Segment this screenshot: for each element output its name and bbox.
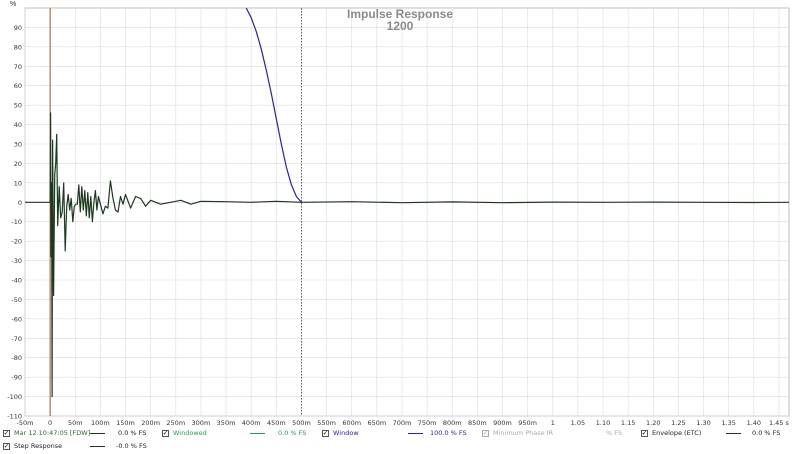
y-tick-label: 60 — [14, 82, 22, 90]
legend-label-measurement: Mar 12 10:47:05 [FDW] — [14, 429, 91, 437]
horizontal-grid — [25, 27, 789, 417]
y-tick-label: -10 — [11, 218, 22, 226]
x-tick-label: 1.35 — [721, 419, 735, 426]
y-tick-label: -100 — [7, 393, 22, 401]
plot-area-background — [24, 7, 790, 417]
legend-checkbox-windowed[interactable]: ✓ — [162, 429, 169, 437]
x-tick-label: 150m — [116, 419, 135, 426]
y-tick-label: -90 — [11, 374, 22, 382]
x-tick-label: 700m — [393, 419, 412, 426]
y-tick-label: -30 — [11, 257, 22, 265]
legend-checkbox-step-response[interactable]: ✓ — [3, 442, 10, 450]
y-tick-label: 50 — [14, 102, 22, 110]
y-tick-label: 10 — [14, 179, 22, 187]
y-tick-label: 0 — [18, 199, 22, 207]
x-tick-label: 600m — [342, 419, 361, 426]
x-tick-labels: -50m 0 50m 100m 150m 200m 250m 300m 350m 400m 450m… — [17, 419, 790, 426]
x-tick-label: 200m — [141, 419, 160, 426]
x-tick-label: 950m — [518, 419, 537, 426]
y-tick-label: -70 — [11, 335, 22, 343]
y-tick-label: 80 — [14, 43, 22, 51]
legend-item-envelope[interactable]: ✓ Envelope (ETC) — [641, 427, 701, 439]
legend-value-measurement: 0.0 % FS — [118, 429, 147, 437]
impulse-response-chart: 9080706050403020100-10-20-30-40-50-60-70… — [7, 1, 790, 426]
x-tick-label: 450m — [267, 419, 286, 426]
y-axis-unit-label: % — [10, 1, 16, 8]
y-tick-label: 20 — [14, 160, 22, 168]
y-tick-label: -50 — [11, 296, 22, 304]
y-tick-label: -40 — [11, 277, 22, 285]
legend-item-window[interactable]: ✓ Window — [322, 427, 359, 439]
x-tick-label: 1.05 — [571, 419, 585, 426]
y-tick-label: -80 — [11, 354, 22, 362]
x-tick-label: 750m — [418, 419, 437, 426]
x-tick-label: 650m — [367, 419, 386, 426]
x-tick-label: 1.10 — [596, 419, 610, 426]
y-tick-label: -60 — [11, 315, 22, 323]
x-tick-label: 500m — [292, 419, 311, 426]
legend-item-measurement[interactable]: ✓ Mar 12 10:47:05 [FDW] — [3, 427, 90, 439]
y-tick-label: 30 — [14, 141, 22, 149]
x-tick-label: 1.45 s — [769, 419, 790, 426]
x-tick-label: 50m — [68, 419, 83, 426]
legend-swatch-measurement — [90, 433, 105, 434]
legend-value-window: 100.0 % FS — [430, 429, 467, 437]
x-tick-label: 100m — [91, 419, 110, 426]
x-tick-label: 1.40 — [747, 419, 761, 426]
legend-label-windowed: Windowed — [173, 429, 207, 437]
legend-label-window: Window — [333, 429, 359, 437]
x-tick-label: 1 — [551, 419, 555, 426]
x-tick-label: 400m — [242, 419, 261, 426]
x-tick-label: 250m — [166, 419, 185, 426]
x-tick-label: -50m — [17, 419, 34, 426]
legend-label-step-response: Step Response — [14, 442, 63, 450]
y-tick-label: 70 — [14, 63, 22, 71]
chart-subtitle: 1200 — [387, 19, 414, 33]
y-tick-label: 40 — [14, 121, 22, 129]
legend-swatch-windowed — [250, 433, 265, 434]
y-tick-label: 90 — [14, 24, 22, 32]
legend-swatch-step-response — [90, 446, 105, 447]
x-tick-label: 800m — [443, 419, 462, 426]
legend-swatch-window — [408, 433, 423, 434]
legend-value-step-response: -0.0 % FS — [116, 442, 147, 450]
x-tick-label: 1.25 — [671, 419, 685, 426]
x-tick-label: 1.30 — [696, 419, 710, 426]
legend-swatch-envelope — [726, 433, 741, 434]
legend-item-windowed[interactable]: ✓ Windowed — [162, 427, 207, 439]
legend-panel: ✓ Mar 12 10:47:05 [FDW] 0.0 % FS ✓ Windo… — [0, 426, 800, 454]
legend-value-envelope: 0.0 % FS — [752, 429, 781, 437]
legend-label-envelope: Envelope (ETC) — [652, 429, 702, 437]
y-tick-labels: 90 80 70 60 50 40 30 20 10 0 -10 -20 -30 -40 -50 -60 -70… — [7, 24, 22, 421]
legend-value-windowed: 0.0 % FS — [278, 429, 307, 437]
legend-checkbox-envelope[interactable]: ✓ — [641, 429, 648, 437]
legend-item-minimum-phase[interactable]: ✓ Minimum Phase IR — [482, 427, 553, 439]
x-tick-label: 1.15 — [621, 419, 635, 426]
legend-label-minimum-phase: Minimum Phase IR — [493, 429, 554, 437]
legend-checkbox-minimum-phase[interactable]: ✓ — [482, 429, 489, 437]
legend-value-minimum-phase: % FS — [606, 429, 622, 437]
x-tick-label: 1.20 — [646, 419, 660, 426]
x-tick-label: 550m — [317, 419, 336, 426]
y-tick-label: -20 — [11, 238, 22, 246]
legend-item-step-response[interactable]: ✓ Step Response — [3, 440, 62, 452]
x-tick-label: 850m — [468, 419, 487, 426]
legend-checkbox-window[interactable]: ✓ — [322, 429, 329, 437]
x-tick-label: 900m — [493, 419, 512, 426]
x-tick-label: 0 — [48, 419, 52, 426]
x-tick-label: 300m — [192, 419, 211, 426]
x-tick-label: 350m — [217, 419, 236, 426]
legend-checkbox-measurement[interactable]: ✓ — [3, 429, 10, 437]
